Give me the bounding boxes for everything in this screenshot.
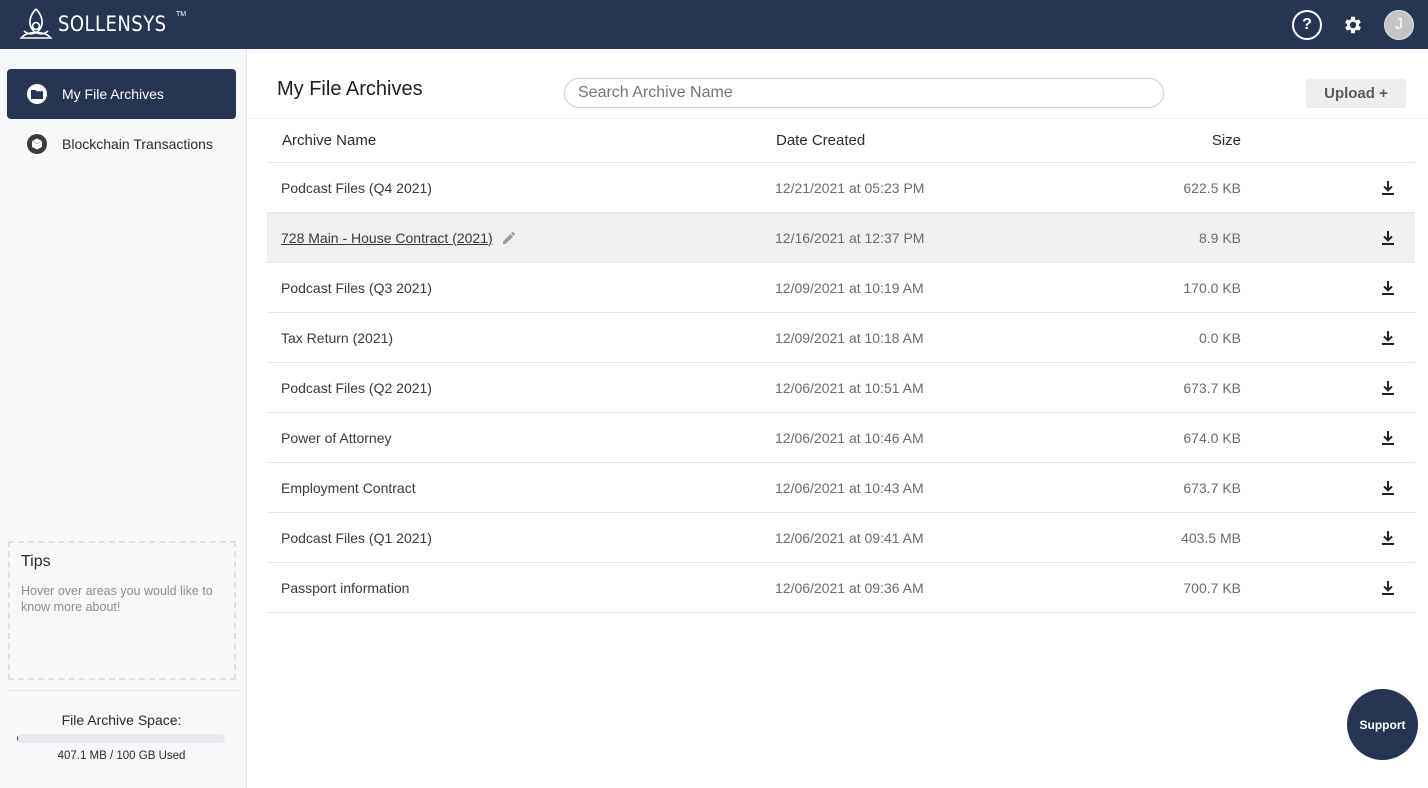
- date-created-cell: 12/21/2021 at 05:23 PM: [775, 179, 925, 196]
- size-cell: 622.5 KB: [1183, 179, 1241, 196]
- archive-name[interactable]: Employment Contract: [281, 480, 416, 496]
- tips-title: Tips: [21, 553, 51, 570]
- divider: [8, 690, 240, 691]
- sollensys-logo-icon: [20, 8, 52, 39]
- archive-name[interactable]: Podcast Files (Q3 2021): [281, 280, 432, 296]
- archive-name[interactable]: Podcast Files (Q2 2021): [281, 380, 432, 396]
- page-title: My File Archives: [277, 78, 423, 100]
- size-cell: 674.0 KB: [1183, 429, 1241, 446]
- download-icon[interactable]: [1382, 580, 1394, 595]
- table-header: Archive Name Date Created Size: [267, 119, 1415, 163]
- archive-name[interactable]: Podcast Files (Q1 2021): [281, 530, 432, 546]
- archive-name-cell[interactable]: Tax Return (2021): [267, 330, 761, 346]
- storage-title: File Archive Space:: [61, 712, 182, 728]
- tips-text: Hover over areas you would like to know …: [21, 584, 213, 614]
- archive-name-cell[interactable]: Podcast Files (Q1 2021): [267, 530, 761, 546]
- download-icon[interactable]: [1382, 430, 1394, 445]
- download-icon[interactable]: [1382, 180, 1394, 195]
- sidebar-item-label: Blockchain Transactions: [62, 136, 213, 152]
- archive-name[interactable]: Tax Return (2021): [281, 330, 393, 346]
- brand-trademark: TM: [176, 11, 187, 18]
- size-cell: 700.7 KB: [1183, 579, 1241, 596]
- download-icon[interactable]: [1382, 230, 1394, 245]
- archive-name[interactable]: Power of Attorney: [281, 430, 392, 446]
- archives-table: Archive Name Date Created Size Podcast F…: [267, 119, 1415, 613]
- date-created-cell: 12/06/2021 at 10:51 AM: [775, 379, 924, 396]
- help-icon[interactable]: ?: [1292, 9, 1322, 40]
- storage-progress-bar: [17, 734, 225, 743]
- archive-name-cell[interactable]: Podcast Files (Q3 2021): [267, 280, 761, 296]
- date-created-cell: 12/06/2021 at 10:43 AM: [775, 479, 924, 496]
- table-row[interactable]: Podcast Files (Q4 2021) 12/21/2021 at 05:…: [267, 163, 1415, 213]
- brand-name: SOLLENSYS: [58, 12, 167, 36]
- download-icon[interactable]: [1382, 380, 1394, 395]
- table-row[interactable]: 728 Main - House Contract (2021) 12/16/20…: [267, 213, 1415, 263]
- table-row[interactable]: Passport information 12/06/2021 at 09:36 …: [267, 563, 1415, 613]
- search-input[interactable]: [564, 78, 1164, 108]
- date-created-cell: 12/06/2021 at 09:36 AM: [775, 579, 924, 596]
- size-cell: 0.0 KB: [1198, 329, 1241, 346]
- sidebar-item-my-file-archives[interactable]: My File Archives: [7, 69, 236, 119]
- gear-icon[interactable]: [1340, 12, 1366, 38]
- date-created-cell: 12/16/2021 at 12:37 PM: [775, 229, 925, 246]
- archive-name-cell[interactable]: Employment Contract: [267, 480, 761, 496]
- archive-name[interactable]: Podcast Files (Q4 2021): [281, 180, 432, 196]
- storage-used-text: 407.1 MB / 100 GB Used: [57, 750, 186, 762]
- archive-name-cell[interactable]: Podcast Files (Q2 2021): [267, 380, 761, 396]
- date-created-cell: 12/09/2021 at 10:19 AM: [775, 279, 924, 296]
- download-icon[interactable]: [1382, 530, 1394, 545]
- size-cell: 673.7 KB: [1183, 479, 1241, 496]
- table-row[interactable]: Podcast Files (Q1 2021) 12/06/2021 at 09:…: [267, 513, 1415, 563]
- size-cell: 403.5 MB: [1181, 529, 1241, 546]
- date-created-cell: 12/06/2021 at 10:46 AM: [775, 429, 924, 446]
- upload-button[interactable]: Upload +: [1306, 79, 1406, 108]
- table-row[interactable]: Employment Contract 12/06/2021 at 10:43 A…: [267, 463, 1415, 513]
- size-cell: 673.7 KB: [1183, 379, 1241, 396]
- table-row[interactable]: Tax Return (2021) 12/09/2021 at 10:18 AM 0…: [267, 313, 1415, 363]
- archive-name[interactable]: Passport information: [281, 580, 409, 596]
- pencil-icon[interactable]: [502, 231, 515, 244]
- archive-name-cell[interactable]: Power of Attorney: [267, 430, 761, 446]
- sidebar-item-label: My File Archives: [62, 86, 164, 102]
- user-avatar[interactable]: J: [1384, 9, 1414, 40]
- table-row[interactable]: Power of Attorney 12/06/2021 at 10:46 AM 6…: [267, 413, 1415, 463]
- folder-icon: [27, 84, 47, 104]
- download-icon[interactable]: [1382, 480, 1394, 495]
- archive-name-cell[interactable]: 728 Main - House Contract (2021): [267, 230, 761, 246]
- tips-panel: Tips Hover over areas you would like to …: [8, 541, 236, 680]
- date-created-cell: 12/06/2021 at 09:41 AM: [775, 529, 924, 546]
- column-header-date-created[interactable]: Date Created: [761, 132, 1041, 149]
- size-cell: 170.0 KB: [1183, 279, 1241, 296]
- archive-name-cell[interactable]: Podcast Files (Q4 2021): [267, 180, 761, 196]
- sidebar: My File Archives Blockchain Transactions…: [0, 49, 247, 788]
- table-row[interactable]: Podcast Files (Q3 2021) 12/09/2021 at 10:…: [267, 263, 1415, 313]
- archive-name-cell[interactable]: Passport information: [267, 580, 761, 596]
- column-header-size[interactable]: Size: [1041, 132, 1241, 149]
- archive-name[interactable]: 728 Main - House Contract (2021): [281, 230, 493, 246]
- size-cell: 8.9 KB: [1198, 229, 1241, 246]
- date-created-cell: 12/09/2021 at 10:18 AM: [775, 329, 924, 346]
- brand-logo[interactable]: SOLLENSYS TM: [18, 7, 187, 41]
- cube-icon: [27, 134, 47, 154]
- column-header-archive-name[interactable]: Archive Name: [267, 132, 761, 149]
- download-icon[interactable]: [1382, 280, 1394, 295]
- storage-progress-fill: [17, 734, 18, 743]
- support-button[interactable]: Support: [1347, 689, 1418, 760]
- table-row[interactable]: Podcast Files (Q2 2021) 12/06/2021 at 10:…: [267, 363, 1415, 413]
- top-bar: SOLLENSYS TM ? J: [0, 0, 1428, 49]
- download-icon[interactable]: [1382, 330, 1394, 345]
- sidebar-item-blockchain-transactions[interactable]: Blockchain Transactions: [7, 119, 236, 169]
